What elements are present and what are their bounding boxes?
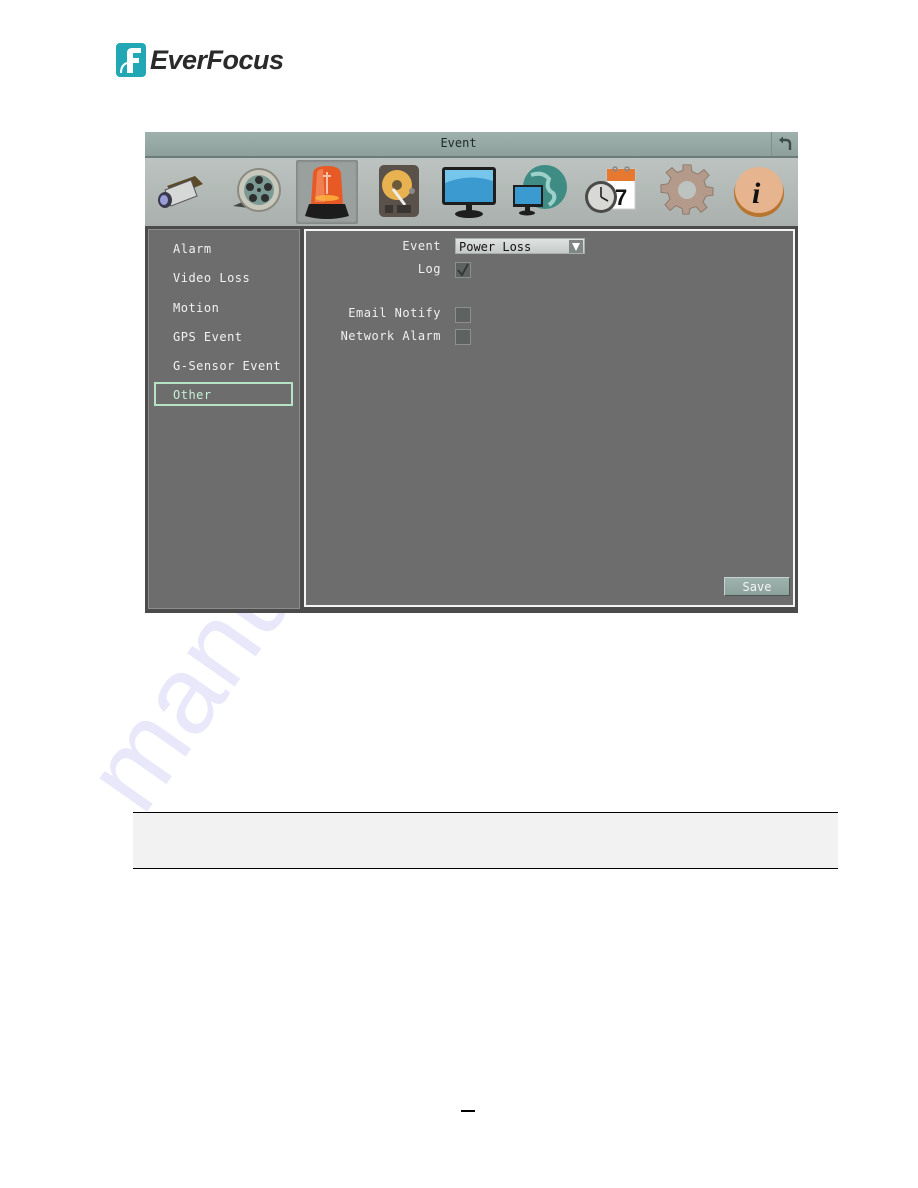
sidebar-item-g-sensor-event[interactable]: G-Sensor Event [154,354,284,378]
network-alarm-checkbox[interactable] [455,329,471,345]
sidebar-item-motion[interactable]: Motion [154,296,284,320]
sidebar-item-other[interactable]: Other [154,382,293,406]
log-checkbox[interactable] [455,262,471,278]
camera-icon [158,176,203,208]
gear-icon [660,164,714,215]
everfocus-logo-mark-icon [116,43,146,77]
sidebar-item-alarm[interactable]: Alarm [154,237,284,261]
event-settings-panel: Event Power Loss Log Email Notify Networ… [304,229,795,607]
clock-calendar-icon: 7 [585,166,636,213]
email-notify-label: Email Notify [348,306,441,320]
note-box [133,812,838,869]
chevron-down-icon[interactable] [569,240,583,253]
network-globe-icon [513,165,567,216]
alarm-siren-icon [305,166,349,219]
info-icon: i [734,167,784,217]
toolbar-record-button[interactable] [225,160,285,222]
toolbar-info-button[interactable]: i [729,160,789,222]
save-button[interactable]: Save [724,577,790,596]
toolbar-system-button[interactable] [657,160,717,222]
toolbar-disk-button[interactable] [369,160,429,222]
title-bar: Event [145,132,798,158]
event-type-sidebar: Alarm Video Loss Motion GPS Event G-Sens… [148,229,300,609]
toolbar-schedule-button[interactable]: 7 [581,160,641,222]
event-select-value: Power Loss [459,240,532,254]
hard-disk-icon [379,165,419,217]
event-select[interactable]: Power Loss [455,238,585,254]
back-arrow-icon [779,136,792,150]
toolbar-network-button[interactable] [509,160,569,222]
toolbar-display-button[interactable] [439,160,499,222]
network-alarm-label: Network Alarm [340,329,441,343]
log-label: Log [417,262,441,276]
main-toolbar: 7 i [145,158,798,226]
everfocus-logo: EverFocus [116,42,284,78]
window-title: Event [440,136,477,150]
event-label: Event [402,239,441,253]
dvr-event-window: Event 7 i Alarm Video Loss Motion GPS Ev… [145,132,798,613]
page-number-dash [461,1110,475,1112]
toolbar-camera-button[interactable] [149,160,209,222]
info-glyph: i [752,177,761,210]
toolbar-event-button[interactable] [296,160,358,224]
brand-name: EverFocus [150,44,284,75]
sidebar-item-gps-event[interactable]: GPS Event [154,325,284,349]
back-button[interactable] [771,132,798,156]
film-reel-icon [233,168,281,212]
monitor-icon [442,167,496,218]
email-notify-checkbox[interactable] [455,307,471,323]
sidebar-item-video-loss[interactable]: Video Loss [154,266,284,290]
checkmark-icon [457,263,469,277]
